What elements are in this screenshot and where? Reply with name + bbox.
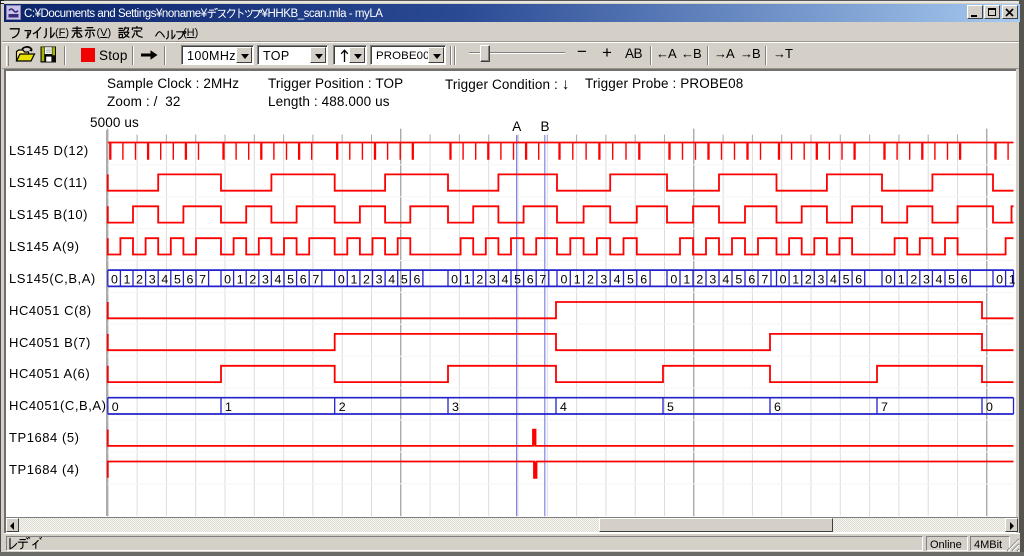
svg-text:1: 1 <box>792 273 799 287</box>
svg-text:1: 1 <box>683 273 690 287</box>
svg-text:5: 5 <box>514 273 521 287</box>
svg-text:3: 3 <box>923 273 930 287</box>
svg-text:0: 0 <box>986 400 993 414</box>
svg-text:6: 6 <box>640 273 647 287</box>
svg-text:3: 3 <box>489 273 496 287</box>
svg-text:4: 4 <box>502 273 509 287</box>
svg-text:6: 6 <box>413 273 420 287</box>
svg-text:0: 0 <box>451 273 458 287</box>
svg-text:0: 0 <box>338 273 345 287</box>
svg-text:2: 2 <box>249 273 256 287</box>
svg-text:5: 5 <box>401 273 408 287</box>
svg-text:5: 5 <box>735 273 742 287</box>
svg-text:4: 4 <box>722 273 729 287</box>
svg-text:2: 2 <box>696 273 703 287</box>
svg-text:2: 2 <box>910 273 917 287</box>
svg-text:2: 2 <box>363 273 370 287</box>
svg-text:4: 4 <box>830 273 837 287</box>
svg-text:5: 5 <box>627 273 634 287</box>
svg-text:3: 3 <box>452 400 459 414</box>
svg-text:3: 3 <box>600 273 607 287</box>
svg-text:0: 0 <box>780 273 787 287</box>
svg-text:6: 6 <box>300 273 307 287</box>
svg-text:3: 3 <box>709 273 716 287</box>
svg-text:1: 1 <box>464 273 471 287</box>
svg-text:0: 0 <box>560 273 567 287</box>
svg-text:1: 1 <box>1009 273 1016 287</box>
svg-text:5: 5 <box>174 273 181 287</box>
svg-text:6: 6 <box>774 400 781 414</box>
svg-text:5: 5 <box>667 400 674 414</box>
svg-text:7: 7 <box>761 273 768 287</box>
svg-text:5: 5 <box>287 273 294 287</box>
svg-text:3: 3 <box>817 273 824 287</box>
svg-text:2: 2 <box>476 273 483 287</box>
svg-text:2: 2 <box>339 400 346 414</box>
svg-text:5: 5 <box>948 273 955 287</box>
svg-text:6: 6 <box>855 273 862 287</box>
svg-text:7: 7 <box>199 273 206 287</box>
svg-text:3: 3 <box>376 273 383 287</box>
svg-text:2: 2 <box>587 273 594 287</box>
svg-text:1: 1 <box>237 273 244 287</box>
svg-text:6: 6 <box>961 273 968 287</box>
svg-text:5: 5 <box>843 273 850 287</box>
svg-text:2: 2 <box>136 273 143 287</box>
svg-text:6: 6 <box>527 273 534 287</box>
svg-text:1: 1 <box>350 273 357 287</box>
svg-text:4: 4 <box>936 273 943 287</box>
svg-text:0: 0 <box>996 273 1003 287</box>
svg-text:3: 3 <box>262 273 269 287</box>
svg-text:1: 1 <box>225 400 232 414</box>
svg-text:0: 0 <box>670 273 677 287</box>
svg-text:4: 4 <box>275 273 282 287</box>
svg-text:4: 4 <box>560 400 567 414</box>
svg-text:6: 6 <box>748 273 755 287</box>
svg-text:1: 1 <box>124 273 131 287</box>
svg-text:7: 7 <box>312 273 319 287</box>
svg-text:7: 7 <box>881 400 888 414</box>
svg-text:1: 1 <box>574 273 581 287</box>
svg-text:3: 3 <box>149 273 156 287</box>
svg-text:2: 2 <box>805 273 812 287</box>
svg-text:0: 0 <box>112 400 119 414</box>
svg-text:7: 7 <box>539 273 546 287</box>
svg-text:4: 4 <box>614 273 621 287</box>
svg-text:0: 0 <box>111 273 118 287</box>
svg-text:4: 4 <box>388 273 395 287</box>
svg-text:0: 0 <box>224 273 231 287</box>
svg-text:1: 1 <box>898 273 905 287</box>
svg-text:6: 6 <box>187 273 194 287</box>
svg-text:0: 0 <box>885 273 892 287</box>
svg-text:4: 4 <box>161 273 168 287</box>
